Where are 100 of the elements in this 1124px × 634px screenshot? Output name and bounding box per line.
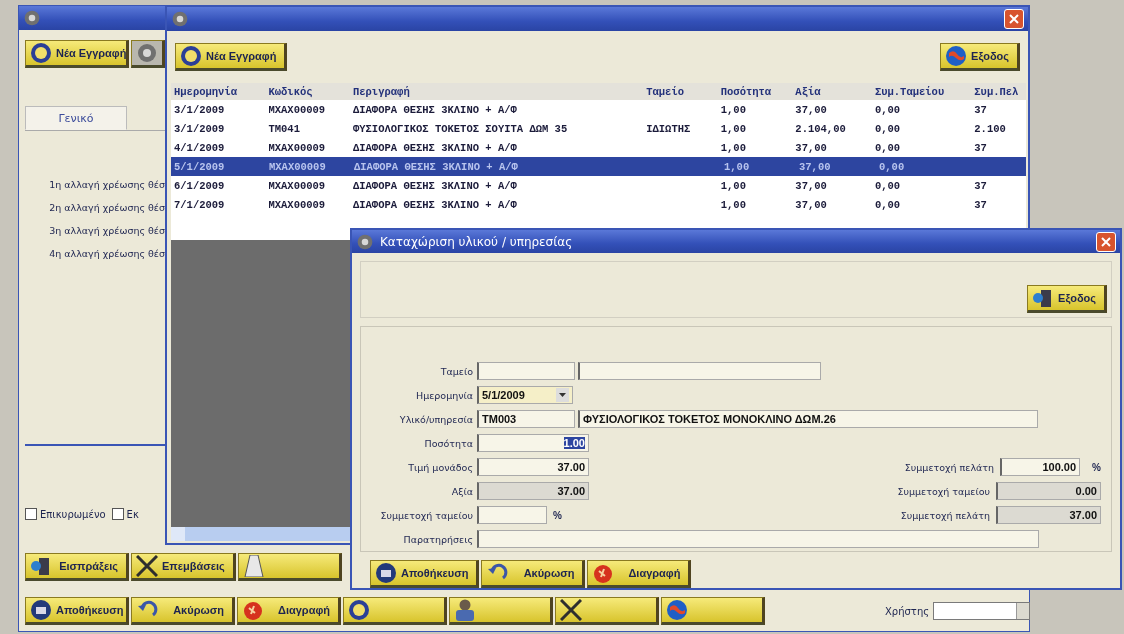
new-entry-button[interactable]: Νέα Εγγραφή	[25, 40, 129, 68]
field-label: Υλικό/υπηρεσία	[399, 413, 473, 425]
input-field[interactable]: 1.00	[477, 434, 589, 453]
date-dropdown[interactable]: 5/1/2009	[477, 386, 573, 405]
field-label: 1η αλλαγή χρέωσης θέσ	[49, 179, 165, 190]
table-cell-text: ΜΧΑΧ00009	[268, 160, 327, 173]
table-cell-text: 3/1/2009	[173, 103, 226, 116]
delete-button[interactable]: Διαγραφή	[587, 560, 692, 588]
table-cell-text: 37,00	[794, 140, 828, 156]
input-field[interactable]	[578, 362, 821, 381]
table-cell-text: 0,00	[878, 159, 906, 175]
cancel-button[interactable]: Ακύρωση	[481, 560, 586, 588]
user-label: Χρήστης	[885, 605, 930, 617]
action-button[interactable]: Εισπράξεις	[25, 553, 129, 581]
table-cell-text: 37,00	[794, 102, 828, 118]
input-field[interactable]	[477, 362, 575, 381]
table-row[interactable]: 4/1/2009 ΜΧΑΧ00009 ΔΙΑΦΟΡΑ ΘΕΣΗΣ 3ΚΛΙΝΟ + Α/Φ 1,00 37,00 0,00 37	[171, 138, 1026, 157]
floppy-icon	[30, 599, 52, 621]
table-row[interactable]: 6/1/2009 ΜΧΑΧ00009 ΔΙΑΦΟΡΑ ΘΕΣΗΣ 3ΚΛΙΝΟ + Α/Φ 1,00 37,00 0,00 37	[171, 176, 1026, 195]
refresh-button[interactable]	[131, 40, 165, 68]
table-cell-text: 37	[973, 197, 988, 213]
tools-icon	[560, 599, 582, 621]
exit-button[interactable]: Εξοδος	[940, 43, 1020, 71]
table-cell-text: ΜΧΑΧ00009	[267, 198, 327, 211]
table-row[interactable]: 5/1/2009 ΜΧΑΧ00009 ΔΙΑΦΟΡΑ ΘΕΣΗΣ 3ΚΛΙΝΟ + Α/Φ 1,00 37,00 0,00	[171, 157, 1026, 176]
globe-icon	[666, 599, 688, 621]
field-label: Ταμείο	[440, 365, 473, 377]
action-button[interactable]	[237, 553, 342, 581]
column-header[interactable]: Ποσότητα	[717, 83, 793, 101]
window-title: Καταχώριση υλικού / υπηρεσίας	[380, 234, 573, 249]
action-button[interactable]: Αποθήκευση	[25, 597, 129, 625]
field-label: 4η αλλαγή χρέωσης θέσ	[49, 248, 165, 259]
figure-icon	[454, 599, 476, 621]
table-cell-text: 1,00	[723, 159, 751, 175]
field-label: Συμμετοχή πελάτη	[900, 509, 990, 521]
table-cell-text: 3/1/2009	[173, 122, 226, 135]
checkbox[interactable]	[25, 508, 37, 520]
field-label: Ημερομηνία	[416, 389, 473, 401]
tools-icon	[136, 555, 158, 577]
table-cell-text: 2.100	[973, 121, 1007, 137]
field-label: Τιμή μονάδος	[408, 461, 473, 473]
input-field[interactable]: 37.00	[477, 458, 589, 477]
field-label: 3η αλλαγή χρέωσης θέσ	[49, 225, 165, 236]
splat-icon	[242, 599, 264, 621]
input-field[interactable]: ΦΥΣΙΟΛΟΓΙΚΟΣ ΤΟΚΕΤΟΣ ΜΟΝΟΚΛΙΝΟ ΔΩΜ.26	[578, 410, 1038, 429]
save-button[interactable]: Αποθήκευση	[370, 560, 480, 588]
input-field[interactable]: 100.00	[1000, 458, 1081, 477]
field-label: Συμμετοχή ταμείου	[380, 509, 473, 521]
caret-icon	[559, 393, 566, 398]
column-header[interactable]: Κωδικός	[265, 85, 350, 98]
table-cell-text: ΜΧΑΧ00009	[267, 103, 327, 116]
field-label: Συμμετοχή ταμείου	[897, 485, 990, 497]
input-field[interactable]	[477, 530, 1039, 549]
action-button[interactable]	[449, 597, 553, 625]
close-button[interactable]	[1004, 9, 1024, 29]
column-header[interactable]: Ημερομηνία	[171, 85, 266, 98]
table-cell-text: ΔΙΑΦΟΡΑ ΘΕΣΗΣ 3ΚΛΙΝΟ + Α/Φ	[353, 160, 519, 173]
action-button[interactable]: Ακύρωση	[131, 597, 235, 625]
new-entry-button[interactable]: Νέα Εγγραφή	[175, 43, 288, 71]
input-field[interactable]: 37.00	[477, 482, 589, 501]
globe-icon	[945, 45, 968, 67]
door-icon	[30, 555, 52, 577]
table-cell-text: ΤΜ041	[267, 122, 301, 135]
action-button[interactable]: Επεμβάσεις	[131, 553, 236, 581]
table-cell-text: 7/1/2009	[173, 198, 226, 211]
input-field[interactable]: 0.00	[996, 482, 1101, 501]
column-header[interactable]: Περιγραφή	[349, 85, 644, 98]
table-row[interactable]: 7/1/2009 ΜΧΑΧ00009 ΔΙΑΦΟΡΑ ΘΕΣΗΣ 3ΚΛΙΝΟ + Α/Φ 1,00 37,00 0,00 37	[171, 195, 1026, 214]
field-label: 2η αλλαγή χρέωσης θέσ	[49, 202, 165, 213]
checkbox-label: Εκ	[126, 508, 139, 520]
close-button[interactable]	[1096, 231, 1116, 252]
column-header[interactable]: Ταμείο	[643, 85, 718, 98]
tower-icon	[242, 555, 265, 577]
table-cell-text: ΜΧΑΧ00009	[267, 179, 327, 192]
input-field[interactable]: 37.00	[996, 506, 1101, 525]
exit-button[interactable]: Εξοδος	[1027, 285, 1107, 314]
user-dropdown[interactable]	[933, 602, 1031, 620]
action-button[interactable]	[555, 597, 659, 625]
close-icon	[1101, 236, 1111, 247]
percent-sign: %	[553, 509, 562, 521]
table-cell-text: 2.104,00	[794, 121, 847, 137]
table-cell-text: 1,00	[719, 197, 747, 213]
disc-icon	[348, 599, 370, 621]
table-cell-text: ΜΧΑΧ00009	[267, 141, 327, 154]
field-label: Παρατηρήσεις	[403, 533, 473, 545]
checkbox[interactable]	[111, 508, 124, 520]
table-row[interactable]: 3/1/2009 ΜΧΑΧ00009 ΔΙΑΦΟΡΑ ΘΕΣΗΣ 3ΚΛΙΝΟ + Α/Φ 1,00 37,00 0,00 37	[171, 100, 1026, 119]
column-header[interactable]: Συμ.Ταμείου	[871, 83, 972, 101]
table-row[interactable]: 3/1/2009 ΤΜ041 ΦΥΣΙΟΛΟΓΙΚΟΣ ΤΟΚΕΤΟΣ ΣΟΥΙΤΑ ΔΩΜ 35 ΙΔΙΩΤΗΣ 1,00 2.104,00 0,00 2.100	[171, 119, 1026, 138]
table-cell-text: 0,00	[873, 121, 902, 137]
floppy-icon	[375, 562, 397, 584]
tab[interactable]: Γενικό	[25, 106, 127, 130]
column-header[interactable]: Αξία	[792, 83, 872, 101]
table-cell-text: ΔΙΑΦΟΡΑ ΘΕΣΗΣ 3ΚΛΙΝΟ + Α/Φ	[351, 141, 518, 154]
action-button[interactable]: Διαγραφή	[237, 597, 341, 625]
input-field[interactable]: TM003	[477, 410, 575, 429]
action-button[interactable]	[661, 597, 765, 625]
action-button[interactable]	[343, 597, 447, 625]
column-header[interactable]: Συμ.Πελ	[971, 83, 1026, 101]
input-field[interactable]	[477, 506, 547, 525]
